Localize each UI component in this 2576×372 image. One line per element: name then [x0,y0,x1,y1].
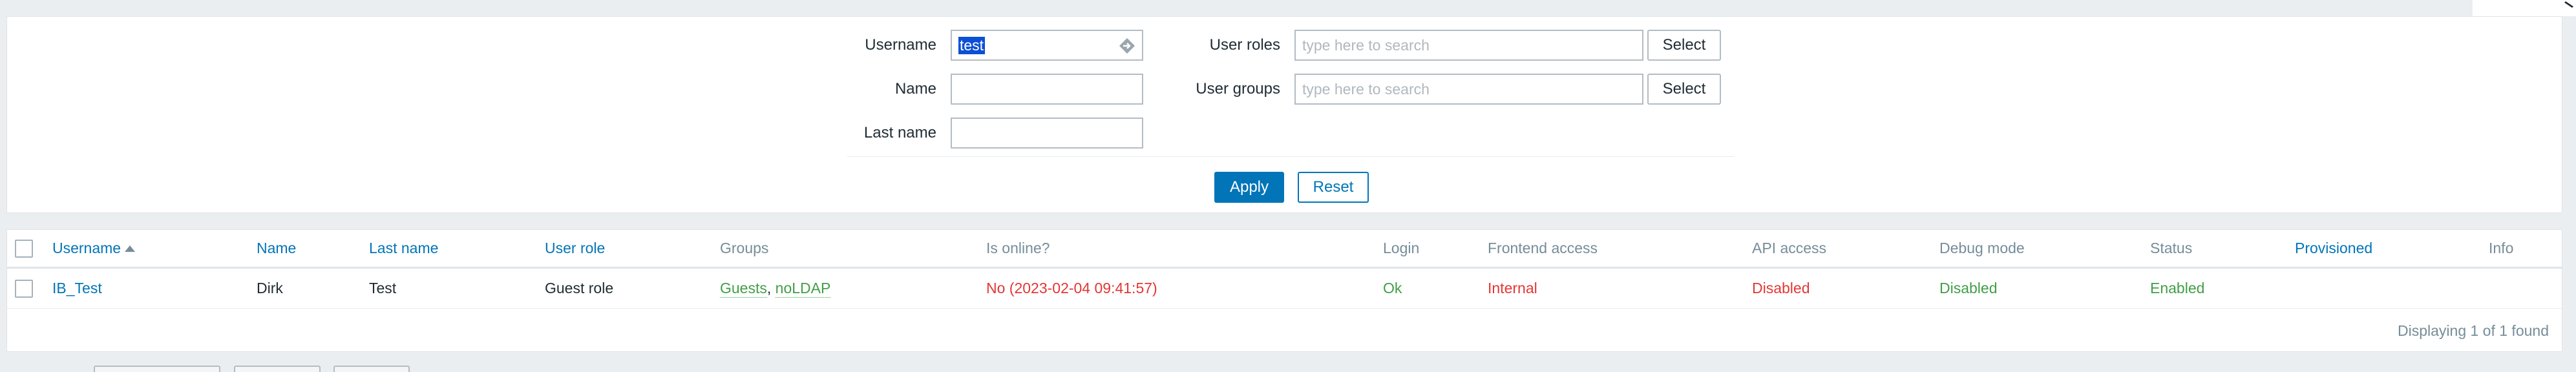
select-all-checkbox[interactable] [15,239,33,258]
mass-action-button-2[interactable] [234,366,321,372]
group-separator: , [766,280,776,296]
username-input[interactable]: test [951,30,1143,61]
mass-action-button-1[interactable] [94,366,220,372]
row-checkbox[interactable] [15,279,33,298]
filter-row-user-roles: User roles type here to search Select [1164,30,1721,61]
name-input[interactable] [951,74,1143,105]
header-api-access: API access [1752,240,1827,256]
apply-button[interactable]: Apply [1214,172,1284,203]
user-roles-label: User roles [1209,36,1280,54]
filter-panel: Username test Name Last name User roles … [6,16,2562,213]
user-groups-input[interactable]: type here to search [1294,74,1643,105]
group-link-guests[interactable]: Guests [720,280,767,298]
table-count-info: Displaying 1 of 1 found [2398,322,2549,339]
user-roles-input[interactable]: type here to search [1294,30,1643,61]
header-is-online: Is online? [986,240,1050,256]
group-link-noldap[interactable]: noLDAP [775,280,831,298]
filter-row-name: Name [841,74,1143,105]
row-frontend-access[interactable]: Internal [1488,269,1537,308]
header-last-name[interactable]: Last name [369,230,438,267]
header-frontend-access: Frontend access [1488,240,1598,256]
corner-arrow-icon [2564,1,2573,8]
filter-row-username: Username test [841,30,1143,61]
username-label: Username [865,36,936,54]
filter-divider [847,156,1734,157]
header-login: Login [1383,240,1420,256]
row-name: Dirk [257,280,283,296]
header-user-role[interactable]: User role [545,230,605,267]
row-username-link[interactable]: IB_Test [52,269,102,308]
row-status[interactable]: Enabled [2150,269,2204,308]
top-right-strip [2473,0,2576,16]
lastname-input[interactable] [951,118,1143,149]
arrow-right-icon[interactable] [1119,37,1135,54]
mass-action-button-3[interactable] [333,366,410,372]
header-info: Info [2489,240,2514,256]
username-input-value: test [958,36,986,54]
user-groups-label: User groups [1196,80,1280,98]
header-groups: Groups [720,240,769,256]
header-provisioned[interactable]: Provisioned [2295,230,2372,267]
row-last-name: Test [369,280,397,296]
header-name[interactable]: Name [257,230,296,267]
row-debug-mode[interactable]: Disabled [1939,269,1998,308]
select-all-cell [15,230,33,267]
filter-row-lastname: Last name [841,118,1143,149]
row-is-online: No (2023-02-04 09:41:57) [986,280,1157,296]
header-username[interactable]: Username [52,230,136,267]
user-groups-select-button[interactable]: Select [1647,74,1721,105]
sort-asc-icon [125,245,136,252]
reset-button[interactable]: Reset [1298,172,1369,203]
row-user-role: Guest role [545,280,614,296]
name-label: Name [894,80,936,98]
user-roles-placeholder: type here to search [1302,36,1430,54]
row-login: Ok [1383,280,1402,296]
table-header-row: Username Name Last name User role Groups… [7,230,2562,269]
header-debug-mode: Debug mode [1939,240,2025,256]
row-api-access[interactable]: Disabled [1752,269,1810,308]
row-groups: Guests , noLDAP [720,269,831,308]
lastname-label: Last name [863,124,936,141]
filter-row-user-groups: User groups type here to search Select [1164,74,1721,105]
row-select-cell [15,269,33,308]
header-username-label: Username [52,240,121,256]
header-status: Status [2150,240,2193,256]
user-groups-placeholder: type here to search [1302,80,1430,98]
user-roles-select-button[interactable]: Select [1647,30,1721,61]
table-row: IB_Test Dirk Test Guest role Guests , no… [7,269,2562,309]
users-table: Username Name Last name User role Groups… [6,229,2562,352]
